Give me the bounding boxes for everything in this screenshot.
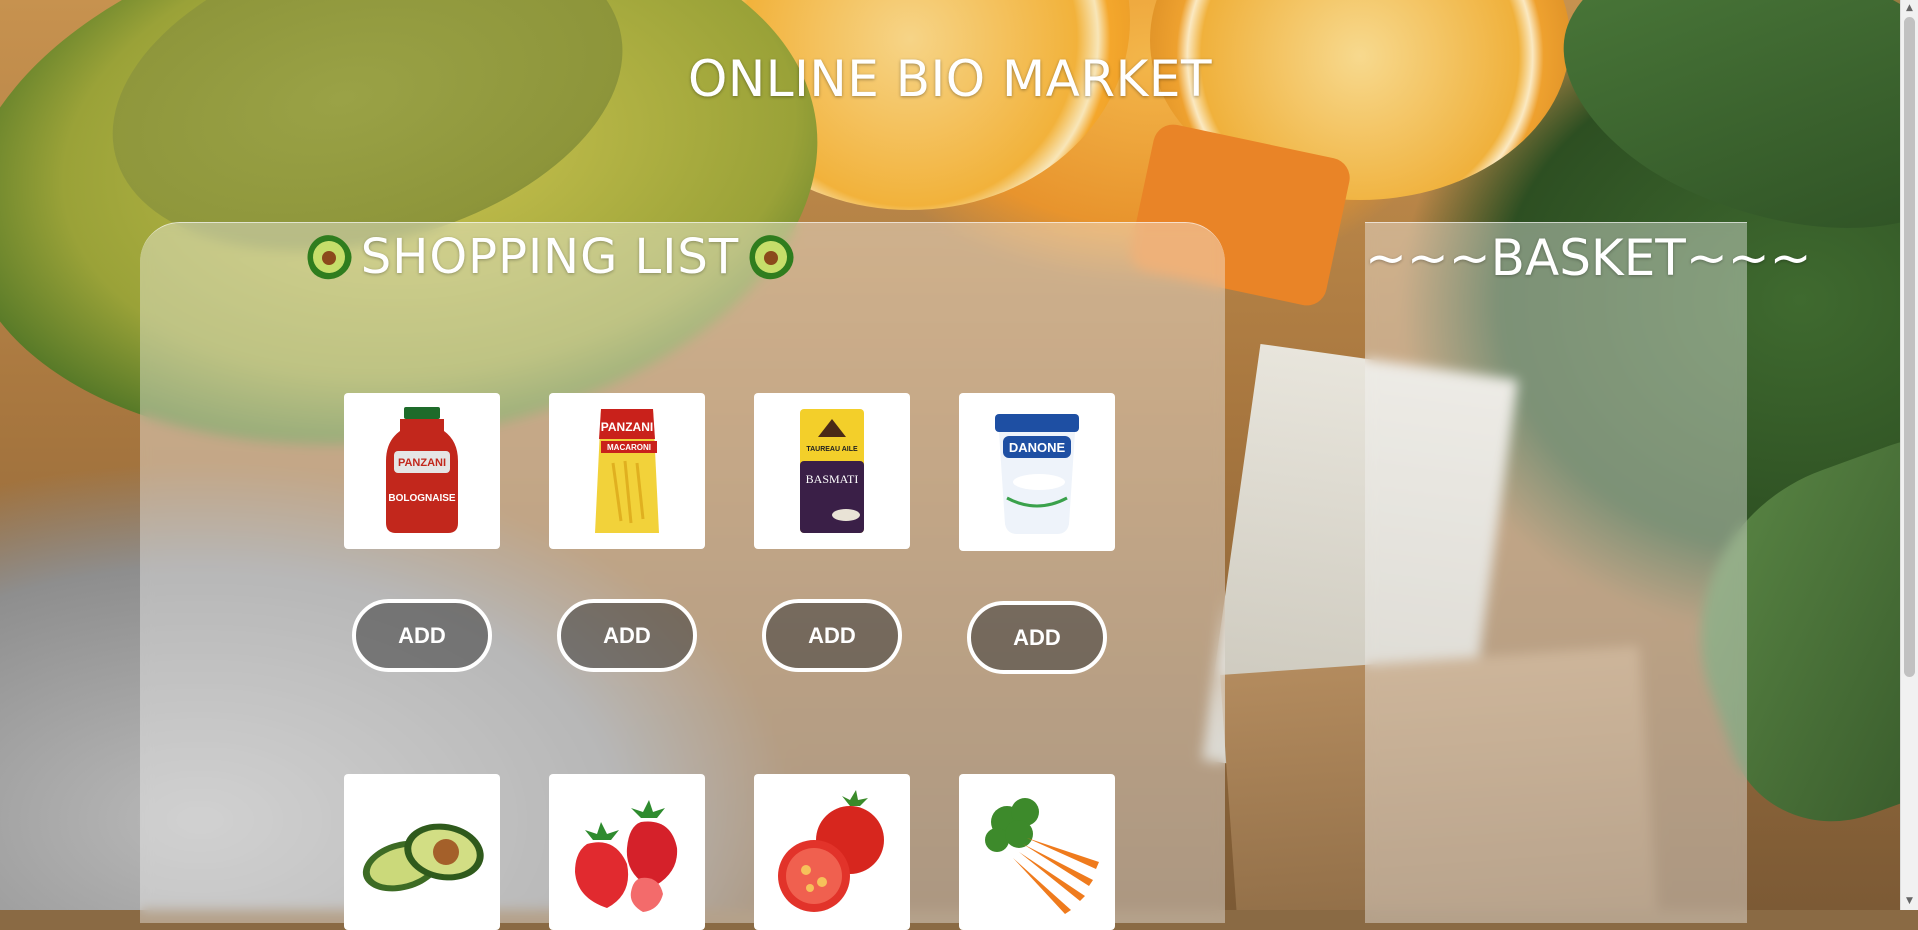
product-item [344,774,500,930]
sauce-name-label: BOLOGNAISE [388,493,456,504]
pasta-pack-icon: PANZANI MACARONI [595,409,659,533]
yogurt-cup-icon: DANONE [995,414,1079,534]
strawberry-icon [575,800,678,912]
product-item: TAUREAU AILE BASMATI ADD [754,393,910,674]
page-title: ONLINE BIO MARKET [687,50,1213,108]
avocado-icon [362,823,484,892]
scroll-up-arrow-icon[interactable]: ▲ [1901,0,1918,17]
basket-panel: ~~~BASKET~~~ [1365,222,1812,923]
product-item: PANZANI BOLOGNAISE ADD [344,393,500,674]
product-item: PANZANI MACARONI ADD [549,393,705,674]
yogurt-brand-label: DANONE [1009,440,1066,455]
product-image-pasta-pack[interactable]: PANZANI MACARONI [549,393,705,549]
vertical-scrollbar[interactable]: ▲ ▼ [1900,0,1918,910]
product-image-yogurt-cup[interactable]: DANONE [959,393,1115,551]
product-item [549,774,705,930]
scroll-down-arrow-icon[interactable]: ▼ [1901,893,1918,910]
scrollbar-thumb[interactable] [1904,17,1915,677]
product-image-avocado[interactable] [344,774,500,930]
product-item: DANONE ADD [959,393,1115,674]
basket-title: ~~~BASKET~~~ [1365,229,1812,287]
add-button[interactable]: ADD [557,599,697,672]
add-button[interactable]: ADD [352,599,492,672]
add-button[interactable]: ADD [762,599,902,672]
product-image-rice-pack[interactable]: TAUREAU AILE BASMATI [754,393,910,549]
rice-name-label: BASMATI [806,472,859,486]
product-image-carrot[interactable] [959,774,1115,930]
carrot-icon [985,798,1099,914]
shopping-list-heading: SHOPPING LIST [140,227,960,287]
rice-pack-icon: TAUREAU AILE BASMATI [800,409,864,533]
product-image-sauce-jar[interactable]: PANZANI BOLOGNAISE [344,393,500,549]
shopping-list-title: SHOPPING LIST [360,229,740,285]
pasta-name-label: MACARONI [607,443,651,452]
add-button[interactable]: ADD [967,601,1107,674]
sauce-brand-label: PANZANI [398,457,446,469]
product-grid: PANZANI BOLOGNAISE ADD PANZANI MACARONI … [344,393,1124,930]
sauce-jar-icon: PANZANI BOLOGNAISE [386,407,458,533]
product-image-strawberry[interactable] [549,774,705,930]
rice-brand-label: TAUREAU AILE [806,446,858,453]
product-item [754,774,910,930]
product-item [959,774,1115,930]
avocado-icon [741,227,801,287]
tomato-icon [778,790,884,912]
pasta-brand-label: PANZANI [601,420,653,434]
avocado-icon [299,227,359,287]
shopping-list-panel: SHOPPING LIST PANZANI BOLOGNAISE ADD PAN… [140,222,1225,930]
product-image-tomato[interactable] [754,774,910,930]
